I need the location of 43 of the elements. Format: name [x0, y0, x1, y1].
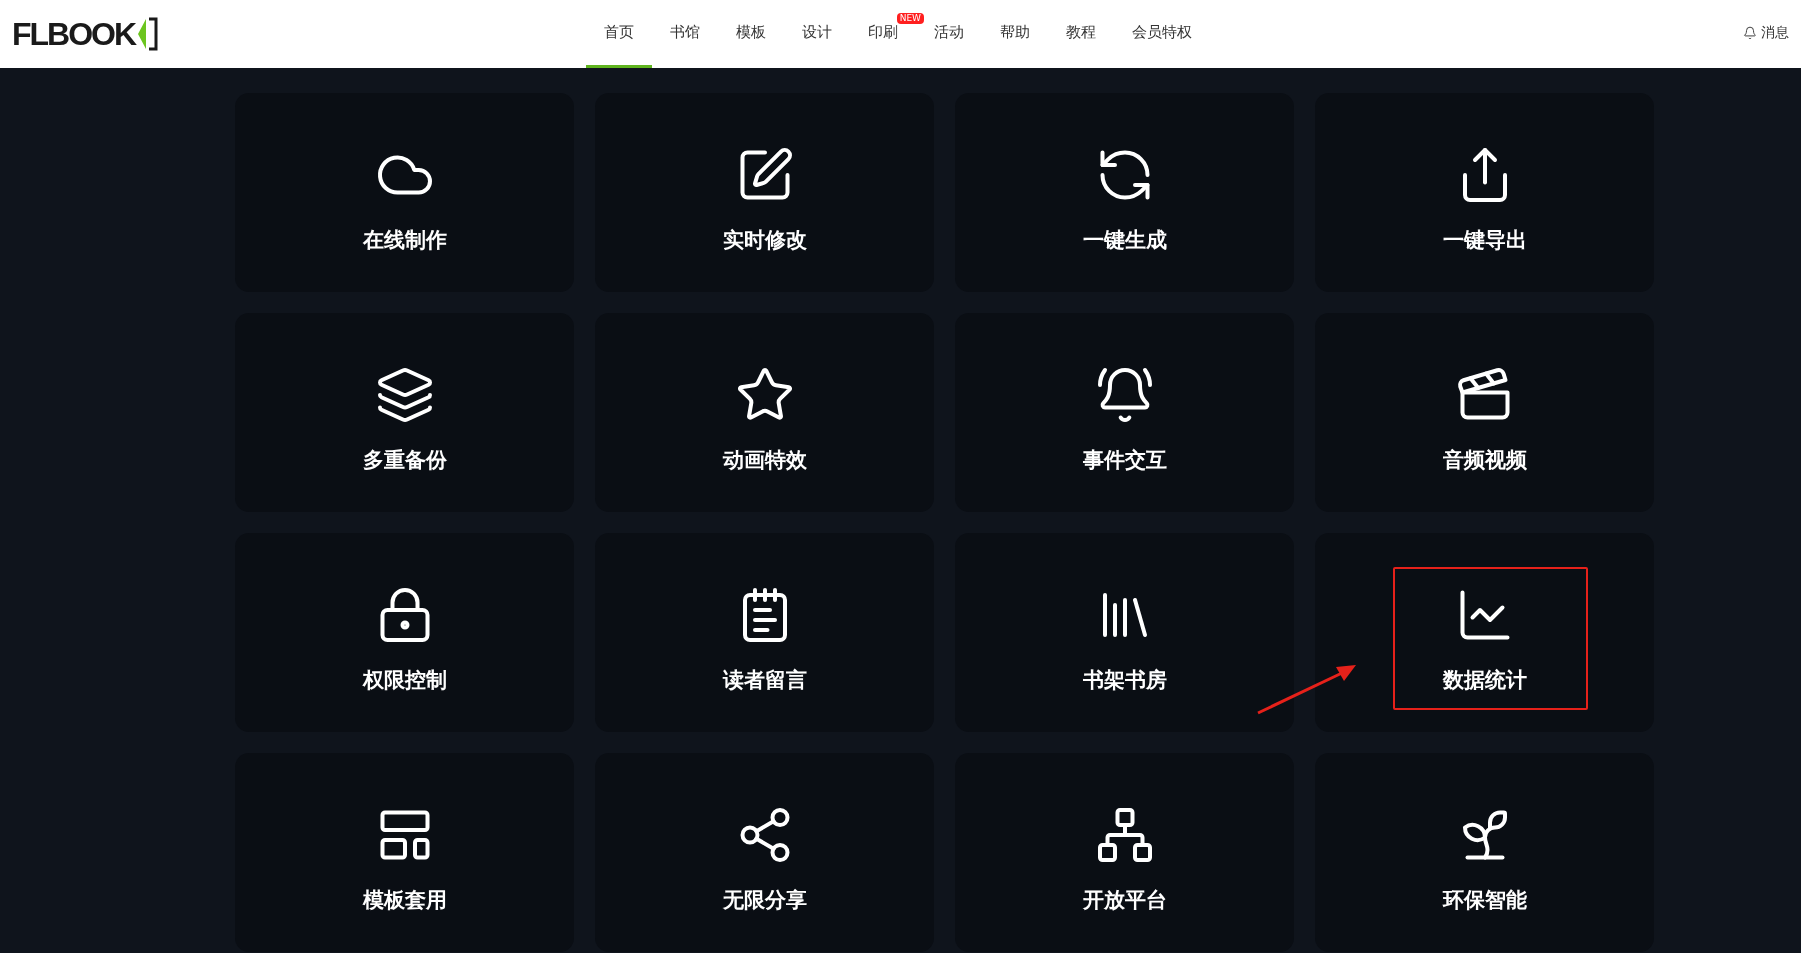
nav-tab[interactable]: 首页 — [586, 0, 652, 68]
logo[interactable]: FLBOOK — [12, 10, 159, 58]
feature-label: 音频视频 — [1442, 447, 1527, 474]
feature-card[interactable]: 多重备份 — [235, 313, 574, 512]
feature-card[interactable]: 在线制作 — [235, 93, 574, 292]
feature-label: 书架书房 — [1082, 667, 1167, 694]
feature-card[interactable]: 无限分享 — [595, 753, 934, 952]
feature-label: 无限分享 — [722, 887, 807, 914]
feature-label: 动画特效 — [722, 447, 807, 474]
messages-link[interactable]: 消息 — [1743, 22, 1789, 43]
feature-label: 实时修改 — [722, 227, 807, 254]
nav-tab[interactable]: 教程 — [1048, 0, 1114, 68]
feature-card[interactable]: 环保智能 — [1315, 753, 1654, 952]
new-badge: NEW — [896, 13, 924, 24]
feature-card[interactable]: 书架书房 — [955, 533, 1294, 732]
feature-card[interactable]: 音频视频 — [1315, 313, 1654, 512]
feature-label: 读者留言 — [722, 667, 807, 694]
feature-label: 开放平台 — [1082, 887, 1167, 914]
nav-tab[interactable]: 模板 — [718, 0, 784, 68]
feature-label: 多重备份 — [362, 447, 447, 474]
feature-card[interactable]: 一键导出 — [1315, 93, 1654, 292]
bell-icon — [1743, 25, 1757, 40]
feature-card[interactable]: 读者留言 — [595, 533, 934, 732]
feature-card[interactable]: 一键生成 — [955, 93, 1294, 292]
feature-card[interactable]: 事件交互 — [955, 313, 1294, 512]
feature-card[interactable]: 实时修改 — [595, 93, 934, 292]
feature-label: 权限控制 — [362, 667, 447, 694]
feature-label: 事件交互 — [1082, 447, 1167, 474]
feature-label: 模板套用 — [362, 887, 447, 914]
feature-label: 一键导出 — [1442, 227, 1527, 254]
feature-card[interactable]: 模板套用 — [235, 753, 574, 952]
feature-card[interactable]: 开放平台 — [955, 753, 1294, 952]
feature-card[interactable]: 数据统计 — [1315, 533, 1654, 732]
feature-label: 一键生成 — [1082, 227, 1167, 254]
nav-tab[interactable]: 书馆 — [652, 0, 718, 68]
nav-tab[interactable]: 设计 — [784, 0, 850, 68]
nav-tab[interactable]: 帮助 — [982, 0, 1048, 68]
feature-label: 环保智能 — [1442, 887, 1527, 914]
feature-label: 在线制作 — [362, 227, 447, 254]
feature-label: 数据统计 — [1442, 667, 1527, 694]
nav-tab[interactable]: 会员特权 — [1114, 0, 1210, 68]
feature-card[interactable]: 权限控制 — [235, 533, 574, 732]
feature-card[interactable]: 动画特效 — [595, 313, 934, 512]
